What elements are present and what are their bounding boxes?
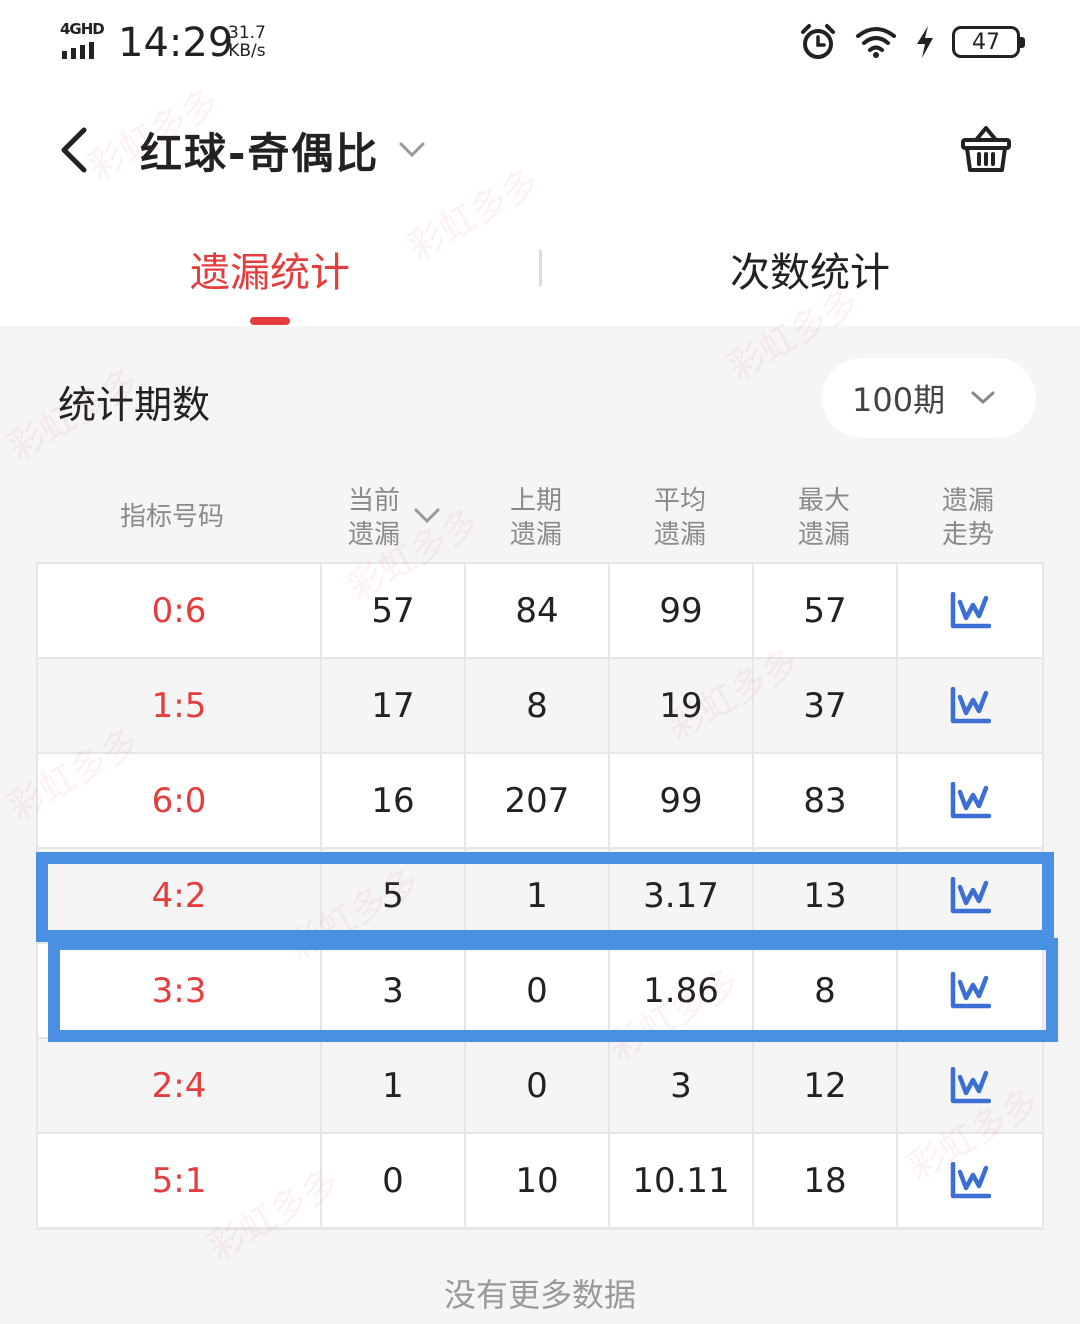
cell-code: 0:6 (38, 564, 320, 657)
battery-level: 47 (972, 29, 1000, 55)
table-row: 5:1 0 10 10.11 18 (36, 1132, 1044, 1227)
basket-icon (961, 126, 1011, 172)
chevron-down-icon (399, 142, 425, 158)
trend-chart-button[interactable] (898, 754, 1042, 847)
table-row: 6:0 16 207 99 83 (36, 752, 1044, 847)
table-body: 0:6 57 84 99 57 1:5 17 8 19 37 6:0 16 207 99 83 4:2 5 1 3.… (36, 562, 1044, 1230)
chevron-down-icon (971, 391, 995, 405)
cell-current-miss: 3 (322, 944, 464, 1037)
cell-current-miss: 17 (322, 659, 464, 752)
line-chart-icon (950, 1161, 991, 1198)
column-header-last-miss: 上期 遗漏 (510, 486, 563, 550)
table-row: 1:5 17 8 19 37 (36, 657, 1044, 752)
period-row: 统计期数 100期 (0, 326, 1080, 470)
cell-last-miss: 1 (466, 849, 608, 942)
battery-icon: 47 (952, 26, 1025, 58)
charging-icon (917, 26, 933, 58)
back-arrow-icon (61, 127, 87, 173)
content-area: 统计期数 100期 指标号码 当前 遗漏 上期 遗漏 平均 遗漏 最大 遗漏 遗漏 走势 … (0, 81, 1080, 1324)
trend-chart-button[interactable] (898, 849, 1042, 942)
table-row: 3:3 3 0 1.86 8 (36, 942, 1044, 1037)
cell-max-miss: 37 (754, 659, 896, 752)
column-header-current-miss[interactable]: 当前 遗漏 (348, 484, 400, 552)
cell-max-miss: 12 (754, 1039, 896, 1132)
column-header-max-miss: 最大 遗漏 (798, 486, 851, 550)
sort-chevron-icon[interactable] (414, 508, 440, 524)
table-header: 指标号码 当前 遗漏 上期 遗漏 平均 遗漏 最大 遗漏 遗漏 走势 (36, 470, 1044, 562)
column-header-code: 指标号码 (120, 502, 225, 532)
cell-code: 3:3 (38, 944, 320, 1037)
trend-chart-button[interactable] (898, 659, 1042, 752)
cell-last-miss: 8 (466, 659, 608, 752)
status-bar: 4GHD 14:29 31.7 KB/s 47 (0, 0, 1080, 90)
trend-chart-button[interactable] (898, 1134, 1042, 1227)
signal-icon: 4GHD (60, 20, 108, 60)
period-selected-value: 100期 (852, 381, 946, 419)
table-row: 2:4 1 0 3 12 (36, 1037, 1044, 1132)
cell-current-miss: 0 (322, 1134, 464, 1227)
table-row: 0:6 57 84 99 57 (36, 562, 1044, 657)
column-header-avg-miss: 平均 遗漏 (654, 486, 707, 550)
wifi-icon (856, 27, 896, 58)
cell-max-miss: 83 (754, 754, 896, 847)
alarm-icon (801, 24, 835, 59)
column-header-trend: 遗漏 走势 (942, 486, 995, 550)
cell-current-miss: 1 (322, 1039, 464, 1132)
cell-code: 5:1 (38, 1134, 320, 1227)
network-type: 4GHD (60, 20, 105, 38)
cell-code: 4:2 (38, 849, 320, 942)
tab-miss-statistics[interactable]: 遗漏统计 (0, 240, 540, 298)
period-label: 统计期数 (58, 383, 211, 427)
cell-avg-miss: 10.11 (610, 1134, 752, 1227)
line-chart-icon (950, 1066, 991, 1103)
shopping-basket-button[interactable] (956, 120, 1016, 180)
cell-avg-miss: 3.17 (610, 849, 752, 942)
cell-last-miss: 207 (466, 754, 608, 847)
cell-last-miss: 0 (466, 1039, 608, 1132)
cell-last-miss: 84 (466, 564, 608, 657)
cell-code: 2:4 (38, 1039, 320, 1132)
no-more-data-label: 没有更多数据 (443, 1276, 636, 1314)
cell-avg-miss: 99 (610, 754, 752, 847)
tab-count-statistics[interactable]: 次数统计 (540, 240, 1080, 298)
tab-bar: 遗漏统计 次数统计 (0, 210, 1080, 326)
line-chart-icon (950, 781, 991, 818)
cell-max-miss: 8 (754, 944, 896, 1037)
line-chart-icon (950, 971, 991, 1008)
status-time: 14:29 (118, 20, 234, 66)
page-title: 红球-奇偶比 (140, 128, 380, 178)
cell-max-miss: 57 (754, 564, 896, 657)
network-speed: 31.7 KB/s (228, 23, 266, 61)
title-dropdown[interactable]: 红球-奇偶比 (140, 120, 425, 180)
cell-avg-miss: 19 (610, 659, 752, 752)
line-chart-icon (950, 876, 991, 913)
cell-avg-miss: 99 (610, 564, 752, 657)
trend-chart-button[interactable] (898, 944, 1042, 1037)
trend-chart-button[interactable] (898, 1039, 1042, 1132)
cell-last-miss: 0 (466, 944, 608, 1037)
cell-max-miss: 13 (754, 849, 896, 942)
trend-chart-button[interactable] (898, 564, 1042, 657)
table-row: 4:2 5 1 3.17 13 (36, 847, 1044, 942)
cell-last-miss: 10 (466, 1134, 608, 1227)
cell-max-miss: 18 (754, 1134, 896, 1227)
line-chart-icon (950, 686, 991, 723)
cell-avg-miss: 1.86 (610, 944, 752, 1037)
cell-code: 6:0 (38, 754, 320, 847)
period-select[interactable]: 100期 (822, 358, 1036, 438)
line-chart-icon (950, 591, 991, 628)
cell-current-miss: 16 (322, 754, 464, 847)
cell-avg-miss: 3 (610, 1039, 752, 1132)
cell-current-miss: 5 (322, 849, 464, 942)
back-button[interactable] (48, 120, 98, 180)
active-tab-indicator (250, 317, 290, 325)
cell-code: 1:5 (38, 659, 320, 752)
app-header: 红球-奇偶比 (0, 100, 1080, 200)
cell-current-miss: 57 (322, 564, 464, 657)
